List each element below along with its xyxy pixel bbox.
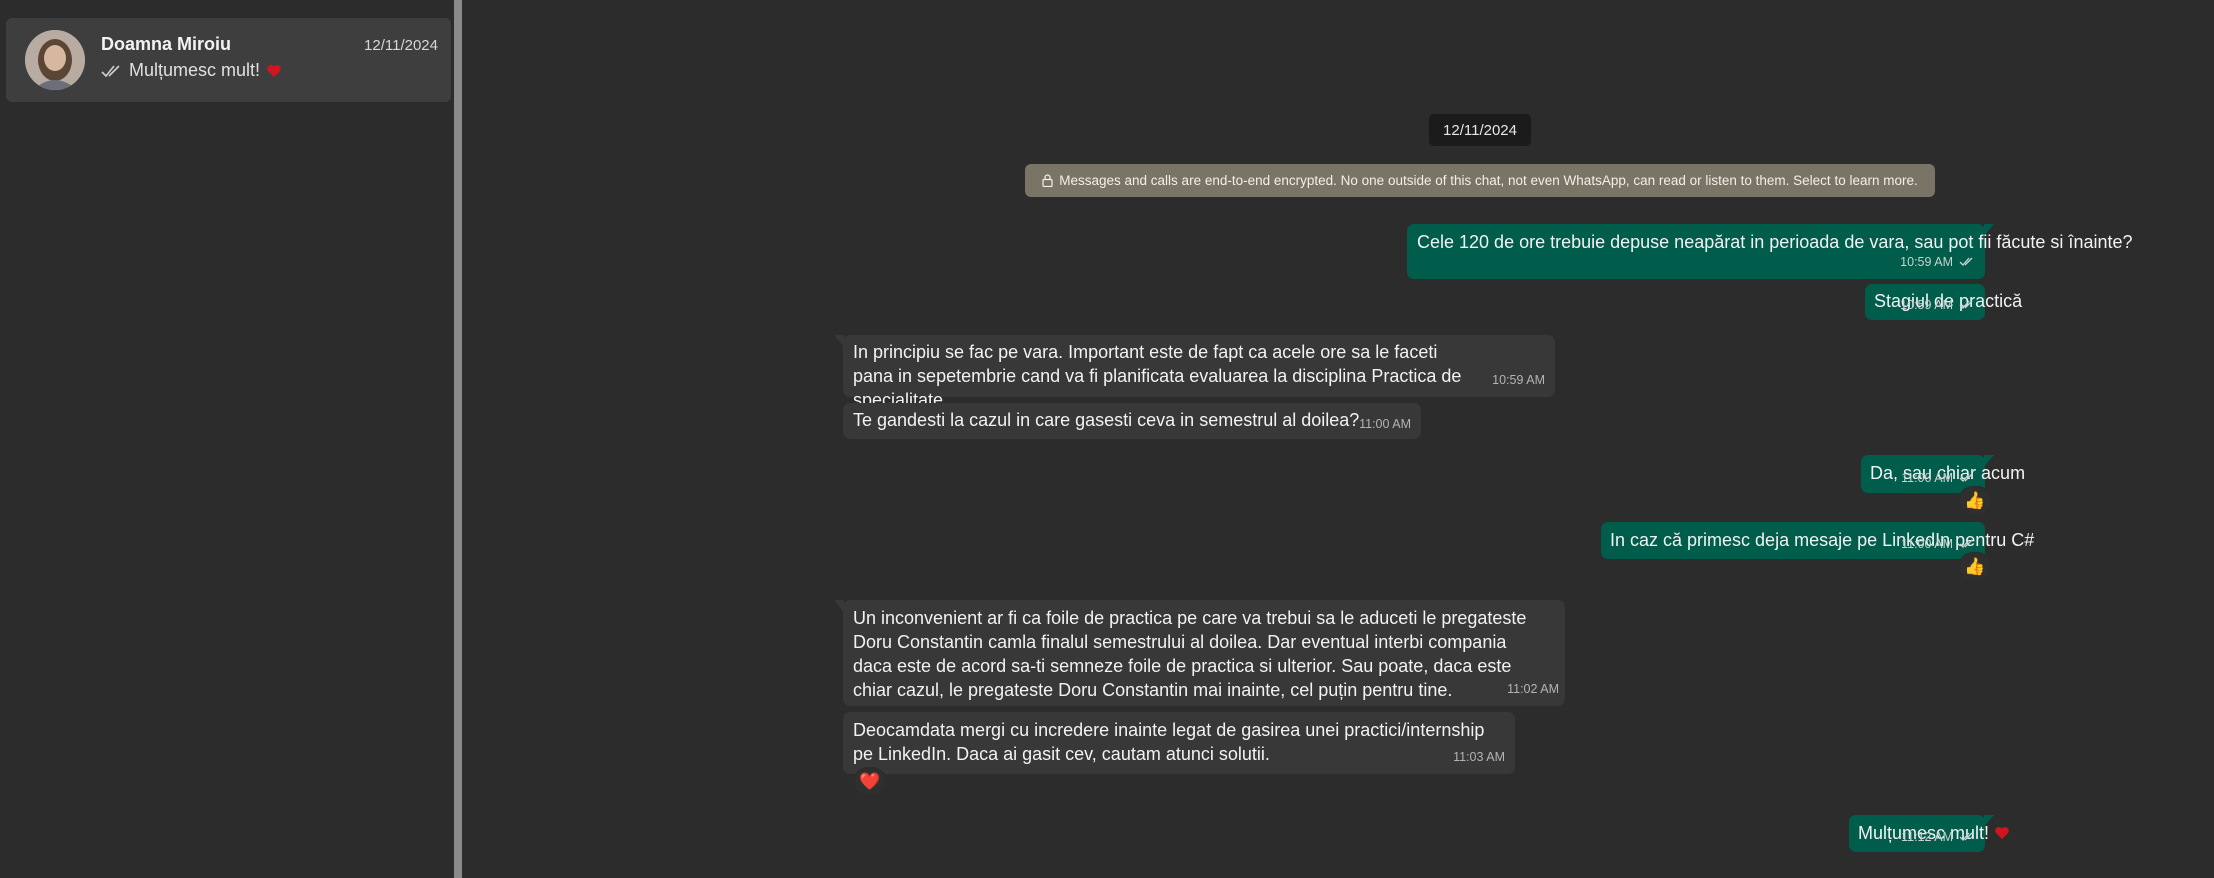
message-time: 11:12 AM <box>1901 830 1953 844</box>
double-check-icon <box>1959 473 1973 482</box>
bubble-tail <box>834 335 844 347</box>
message-time: 11:00 AM <box>1359 417 1411 431</box>
message-bubble-outgoing[interactable]: Mulțumesc mult! 11:12 AM <box>1849 815 2009 852</box>
double-check-icon <box>1959 832 1973 841</box>
message-bubble-outgoing[interactable]: In caz că primesc deja mesaje pe LinkedI… <box>1601 522 2034 559</box>
message-bubble-outgoing[interactable]: Stagiul de practică 10:59 AM <box>1865 284 2022 320</box>
message-meta: 11:00 AM <box>1901 532 1975 556</box>
message-text: Un inconvenient ar fi ca foile de practi… <box>853 608 1527 700</box>
contact-avatar <box>25 30 85 90</box>
message-text: In principiu se fac pe vara. Important e… <box>853 342 1462 410</box>
message-time: 11:03 AM <box>1453 750 1505 764</box>
chat-preview-text: Mulțumesc mult! <box>129 60 261 80</box>
message-text: Te gandesti la cazul in care gasesti cev… <box>853 410 1360 430</box>
message-time: 11:00 AM <box>1901 471 1953 485</box>
message-time: 11:00 AM <box>1901 537 1953 551</box>
message-meta: 11:02 AM <box>1507 677 1559 701</box>
message-text: Cele 120 de ore trebuie depuse neapărat … <box>1417 232 2133 252</box>
message-meta: 10:59 AM <box>1900 293 1975 317</box>
reaction-thumbs-up[interactable]: 👍 <box>1958 486 1992 516</box>
date-separator: 12/11/2024 <box>1429 114 1531 146</box>
double-check-icon <box>1959 257 1973 266</box>
chat-name: Doamna Miroiu <box>101 34 232 54</box>
message-meta: 10:59 AM <box>1492 368 1545 392</box>
lock-icon <box>1042 174 1053 187</box>
message-meta: 11:00 AM <box>1359 412 1411 436</box>
whatsapp-window: Doamna Miroiu 12/11/2024 Mulțumesc mult!… <box>0 0 2214 878</box>
message-meta: 11:00 AM <box>1901 466 1975 490</box>
double-check-icon <box>1959 300 1973 309</box>
message-bubble-incoming[interactable]: Un inconvenient ar fi ca foile de practi… <box>834 600 1565 706</box>
chat-list-item-doamna-miroiu[interactable]: Doamna Miroiu 12/11/2024 Mulțumesc mult! <box>6 18 451 102</box>
message-meta: 11:03 AM <box>1453 745 1505 769</box>
message-meta: 11:12 AM <box>1901 825 1975 849</box>
encryption-notice[interactable]: Messages and calls are end-to-end encryp… <box>1025 164 1935 197</box>
message-text: Deocamdata mergi cu incredere inainte le… <box>853 720 1485 764</box>
chat-date: 12/11/2024 <box>364 37 438 54</box>
chat-preview: Mulțumesc mult! <box>101 60 282 81</box>
message-time: 10:59 AM <box>1900 298 1953 312</box>
bubble-tail <box>834 600 844 612</box>
message-bubble-incoming[interactable]: Te gandesti la cazul in care gasesti cev… <box>843 403 1421 439</box>
pane-divider[interactable] <box>454 0 462 878</box>
message-time: 10:59 AM <box>1492 373 1545 387</box>
encryption-notice-text: Messages and calls are end-to-end encryp… <box>1059 173 1918 188</box>
message-bubble-incoming[interactable]: Deocamdata mergi cu incredere inainte le… <box>843 712 1515 774</box>
reaction-heart[interactable]: ❤️ <box>853 767 887 797</box>
message-time: 10:59 AM <box>1900 255 1953 269</box>
red-heart-icon <box>1995 827 2009 839</box>
chat-list-sidebar: Doamna Miroiu 12/11/2024 Mulțumesc mult! <box>0 0 454 878</box>
double-check-icon <box>101 64 120 77</box>
red-heart-icon <box>267 64 281 77</box>
conversation-pane: 12/11/2024 Messages and calls are end-to… <box>462 0 2214 878</box>
message-time: 11:02 AM <box>1507 682 1559 696</box>
double-check-icon <box>1959 539 1973 548</box>
message-bubble-incoming[interactable]: In principiu se fac pe vara. Important e… <box>834 335 1555 410</box>
message-meta: 10:59 AM <box>1900 250 1975 274</box>
message-bubble-outgoing[interactable]: Cele 120 de ore trebuie depuse neapărat … <box>1407 224 2133 279</box>
reaction-thumbs-up[interactable]: 👍 <box>1958 552 1992 582</box>
